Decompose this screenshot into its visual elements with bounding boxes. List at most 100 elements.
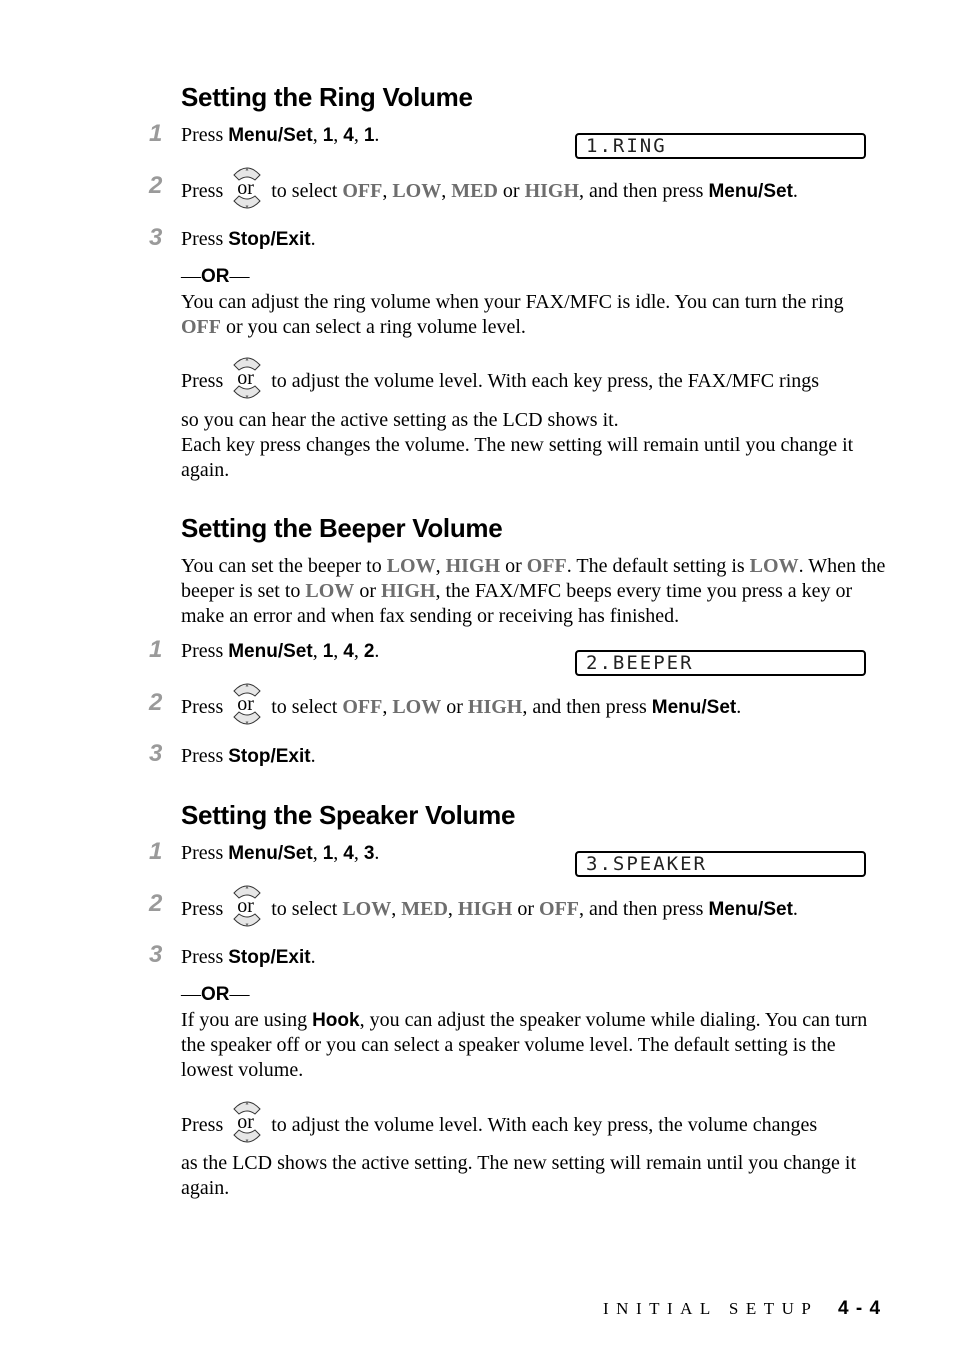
or-label: or (237, 367, 254, 389)
footer-section-name: INITIAL SETUP (603, 1299, 819, 1318)
option-high: HIGH (445, 555, 501, 577)
step-text: , and then press (579, 180, 709, 202)
up-down-keys-icon: or (229, 357, 265, 399)
digit-key: 3 (363, 843, 375, 864)
option-low: LOW (305, 580, 355, 602)
up-down-keys-icon: or (229, 1101, 265, 1143)
step-text: Press (181, 1114, 224, 1136)
digit-key: 1 (363, 125, 375, 146)
option-low: LOW (386, 555, 436, 577)
period: . (792, 898, 798, 920)
menu-set-key: Menu/Set (228, 125, 313, 146)
step-text: Press (181, 180, 224, 202)
or-label: or (237, 693, 254, 715)
period: . (310, 228, 316, 250)
step-text: , and then press (522, 696, 652, 718)
step-number: 3 (149, 740, 163, 767)
paragraph-text: You can set the beeper to (181, 555, 387, 577)
separator: , (447, 898, 458, 920)
menu-set-key: Menu/Set (228, 843, 313, 864)
step-number: 2 (149, 689, 163, 716)
page-number: 4 - 4 (838, 1298, 882, 1319)
option-high: HIGH (524, 180, 580, 202)
ring-alt-press-line: Press or to adjust the volume level. With … (181, 357, 819, 399)
ring-alt-paragraph-1: You can adjust the ring volume when your… (181, 290, 881, 340)
paragraph-text: If you are using (181, 1009, 313, 1031)
separator: , (382, 696, 393, 718)
step-text: to select (271, 696, 343, 718)
or-label: or (237, 1111, 254, 1133)
step-text: Press (181, 898, 224, 920)
beeper-step-3: Press Stop/Exit. (181, 745, 316, 768)
menu-set-key: Menu/Set (708, 181, 793, 202)
period: . (736, 696, 742, 718)
lcd-display-ring: 1.RING (575, 133, 866, 159)
step-text: Press (181, 696, 224, 718)
ring-step-3: Press Stop/Exit. (181, 228, 316, 251)
section-title-speaker-volume: Setting the Speaker Volume (181, 800, 516, 830)
option-low: LOW (749, 555, 799, 577)
step-text: Press (181, 124, 229, 146)
or-label: or (237, 895, 254, 917)
stop-exit-key: Stop/Exit (228, 229, 311, 250)
ring-alt-paragraph-3: Each key press changes the volume. The n… (181, 434, 854, 481)
beeper-step-1: Press Menu/Set, 1, 4, 2. (181, 640, 379, 663)
separator: or (354, 580, 381, 602)
step-text: to select (271, 898, 343, 920)
step-text: to select (271, 180, 343, 202)
option-high: HIGH (467, 696, 523, 718)
up-down-keys-icon: or (229, 683, 265, 725)
up-down-keys-icon: or (229, 167, 265, 209)
separator: , (441, 180, 452, 202)
option-off: OFF (526, 555, 567, 577)
step-text: Press (181, 745, 229, 767)
speaker-step-1: Press Menu/Set, 1, 4, 3. (181, 842, 379, 865)
separator: , (353, 640, 364, 662)
option-low: LOW (392, 180, 442, 202)
digit-key: 4 (343, 641, 354, 662)
step-text: , and then press (579, 898, 709, 920)
hook-key: Hook (312, 1010, 360, 1031)
separator: , (353, 842, 364, 864)
stop-exit-key: Stop/Exit (228, 746, 311, 767)
section-title-ring-volume: Setting the Ring Volume (181, 82, 473, 112)
period: . (792, 180, 798, 202)
lcd-display-beeper: 2.BEEPER (575, 650, 866, 676)
speaker-alt-paragraph-1: If you are using Hook, you can adjust th… (181, 1008, 871, 1083)
option-off: OFF (539, 898, 580, 920)
speaker-alt-paragraph-2: as the LCD shows the active setting. The… (181, 1152, 857, 1199)
period: . (310, 946, 316, 968)
separator: , (333, 124, 344, 146)
step-number: 1 (149, 636, 163, 663)
speaker-step-2: Press or to select LOW, MED, HIGH or OFF, … (181, 885, 798, 927)
period: . (374, 124, 380, 146)
separator: , (333, 842, 344, 864)
separator: , (382, 180, 393, 202)
manual-page: Setting the Ring Volume 1 Press Menu/Set… (0, 0, 954, 1352)
separator: , (312, 842, 323, 864)
option-low: LOW (342, 898, 392, 920)
separator: or (512, 898, 540, 920)
step-text: Press (181, 946, 229, 968)
separator: or (497, 180, 525, 202)
separator: , (312, 124, 323, 146)
section-title-beeper-volume: Setting the Beeper Volume (181, 513, 503, 543)
digit-key: 1 (322, 843, 334, 864)
option-high: HIGH (457, 898, 513, 920)
or-divider: —OR— (181, 983, 250, 1005)
step-text: Press (181, 370, 224, 392)
option-off: OFF (181, 316, 221, 338)
option-off: OFF (342, 180, 383, 202)
step-number: 1 (149, 838, 163, 865)
step-number: 1 (149, 120, 163, 147)
separator: , (312, 640, 323, 662)
step-number: 3 (149, 224, 163, 251)
digit-key: 1 (322, 641, 334, 662)
speaker-step-3: Press Stop/Exit. (181, 946, 316, 969)
separator: , (391, 898, 402, 920)
separator: , (435, 555, 446, 577)
paragraph-text: or you can select a ring volume level. (221, 316, 526, 338)
option-high: HIGH (380, 580, 436, 602)
option-off: OFF (342, 696, 383, 718)
beeper-intro-paragraph: You can set the beeper to LOW, HIGH or O… (181, 554, 886, 629)
